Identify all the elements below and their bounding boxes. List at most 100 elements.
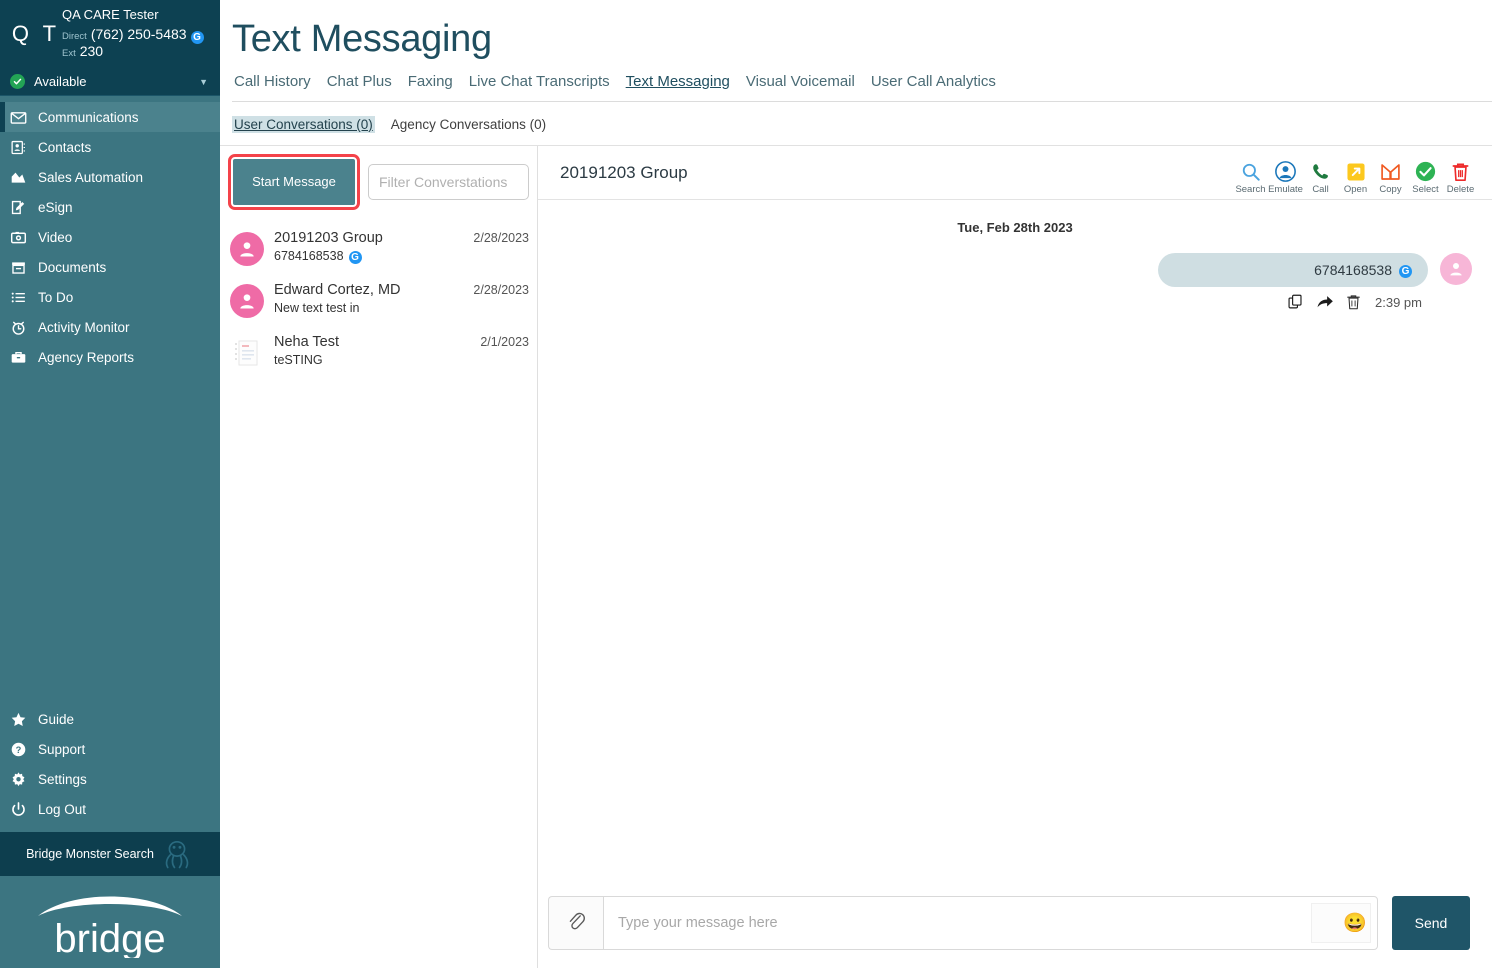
search-button[interactable]: Search <box>1233 161 1268 195</box>
google-badge-icon: G <box>348 250 362 264</box>
phone-icon <box>1311 161 1330 183</box>
conversation-list: 20191203 Group 2/28/2023 6784168538 G Ed… <box>220 216 537 968</box>
conversation-thread: 20191203 Group Search Emulate Call Open … <box>538 146 1492 968</box>
status-label: Available <box>34 74 87 89</box>
message-input-container: 😀 <box>603 896 1378 950</box>
messaging-workspace: Start Message 20191203 Group 2/28/2023 <box>220 145 1492 968</box>
message-time: 2:39 pm <box>1375 294 1422 310</box>
direct-label: Direct <box>62 30 87 42</box>
sidebar-item-sales-automation[interactable]: Sales Automation <box>0 162 220 192</box>
select-button[interactable]: Select <box>1408 161 1443 195</box>
copy-button[interactable]: Copy <box>1373 161 1408 195</box>
attach-file-button[interactable] <box>548 896 603 950</box>
sidebar-item-documents[interactable]: Documents <box>0 252 220 282</box>
sidebar-item-label: Support <box>38 741 86 757</box>
page-title: Text Messaging <box>232 18 492 60</box>
message-composer: 😀 Send <box>538 886 1492 968</box>
message-text: 6784168538 <box>1314 262 1392 278</box>
sidebar-item-to-do[interactable]: To Do <box>0 282 220 312</box>
grinning-face-emoji-icon[interactable]: 😀 <box>1343 914 1367 933</box>
thread-toolbar: Search Emulate Call Open Copy Select Del… <box>1233 161 1478 199</box>
list-item-header: 20191203 Group 2/28/2023 <box>274 230 529 246</box>
tab-user-call-analytics[interactable]: User Call Analytics <box>871 73 996 91</box>
secondary-navigation: Guide ? Support Settings Log Out <box>0 704 220 832</box>
person-avatar <box>230 284 264 318</box>
message-bubble: 6784168538 G <box>1158 253 1428 287</box>
sidebar-item-agency-reports[interactable]: Agency Reports <box>0 342 220 372</box>
conversation-date: 2/1/2023 <box>480 335 529 349</box>
conversation-snippet-row: 6784168538 G <box>274 249 529 264</box>
tab-live-chat-transcripts[interactable]: Live Chat Transcripts <box>469 73 610 91</box>
emulate-button[interactable]: Emulate <box>1268 161 1303 195</box>
sidebar-item-activity-monitor[interactable]: Activity Monitor <box>0 312 220 342</box>
chart-area-icon <box>10 169 38 186</box>
sidebar-item-log-out[interactable]: Log Out <box>0 794 220 824</box>
copy-icon[interactable] <box>1288 294 1304 310</box>
primary-navigation: Communications Contacts Sales Automation… <box>0 96 220 372</box>
sidebar-item-label: To Do <box>38 289 74 305</box>
sidebar-item-label: Documents <box>38 259 107 275</box>
tool-label: Emulate <box>1268 183 1303 195</box>
filter-conversations-input[interactable] <box>368 164 529 200</box>
sidebar: Q T QA CARE Tester Direct (762) 250-5483… <box>0 0 220 968</box>
list-item[interactable]: Edward Cortez, MD 2/28/2023 New text tes… <box>220 274 537 326</box>
start-message-button[interactable]: Start Message <box>233 159 355 205</box>
status-check-icon <box>10 74 25 89</box>
thread-header: 20191203 Group Search Emulate Call Open … <box>538 146 1492 200</box>
sidebar-item-contacts[interactable]: Contacts <box>0 132 220 162</box>
message-row: 6784168538 G 2:39 pm <box>558 253 1472 310</box>
person-avatar <box>230 232 264 266</box>
user-ext-row: Ext 230 <box>62 43 204 61</box>
availability-status-selector[interactable]: Available ▼ <box>0 68 220 96</box>
question-circle-icon: ? <box>10 741 38 758</box>
ext-number: 230 <box>79 43 104 60</box>
forward-icon[interactable] <box>1316 294 1334 310</box>
chevron-down-icon: ▼ <box>199 76 208 87</box>
contact-card-icon <box>10 139 38 156</box>
list-icon <box>10 289 38 306</box>
delete-button[interactable]: Delete <box>1443 161 1478 195</box>
open-button[interactable]: Open <box>1338 161 1373 195</box>
direct-number: (762) 250-5483 <box>90 25 187 42</box>
message-list: Tue, Feb 28th 2023 6784168538 G 2:39 pm <box>538 200 1492 886</box>
subtab-agency-conversations[interactable]: Agency Conversations (0) <box>391 117 546 132</box>
sidebar-item-settings[interactable]: Settings <box>0 764 220 794</box>
sidebar-item-esign[interactable]: eSign <box>0 192 220 222</box>
list-item[interactable]: Neha Test 2/1/2023 teSTING <box>220 326 537 378</box>
page-header: Text Messaging Call History Chat Plus Fa… <box>220 0 1492 102</box>
tool-label: Call <box>1312 183 1329 195</box>
sidebar-item-label: Sales Automation <box>38 169 144 185</box>
bridge-monster-search[interactable]: Bridge Monster Search <box>0 832 220 876</box>
message-input[interactable] <box>604 897 1311 949</box>
tab-visual-voicemail[interactable]: Visual Voicemail <box>746 73 855 91</box>
user-name: QA CARE Tester <box>62 7 159 23</box>
sidebar-item-guide[interactable]: Guide <box>0 704 220 734</box>
camera-icon <box>10 229 38 246</box>
tab-text-messaging[interactable]: Text Messaging <box>626 73 730 91</box>
star-icon <box>10 711 38 728</box>
tab-call-history[interactable]: Call History <box>234 73 311 91</box>
tab-chat-plus[interactable]: Chat Plus <box>327 73 392 91</box>
list-item-header: Edward Cortez, MD 2/28/2023 <box>274 282 529 298</box>
sidebar-item-video[interactable]: Video <box>0 222 220 252</box>
google-badge-icon: G <box>1399 264 1412 278</box>
sidebar-item-communications[interactable]: Communications <box>0 102 220 132</box>
pencil-document-icon <box>10 199 38 216</box>
octopus-icon <box>160 838 194 870</box>
tab-faxing[interactable]: Faxing <box>408 73 453 91</box>
user-circle-icon <box>1275 161 1296 183</box>
list-item[interactable]: 20191203 Group 2/28/2023 6784168538 G <box>220 222 537 274</box>
conversation-snippet: teSTING <box>274 353 323 367</box>
conversation-snippet: New text test in <box>274 301 360 315</box>
paperclip-icon <box>566 909 586 938</box>
svg-text:bridge: bridge <box>54 917 165 958</box>
trash-icon[interactable] <box>1346 294 1361 310</box>
conversation-name: Neha Test <box>274 334 340 350</box>
subtab-user-conversations[interactable]: User Conversations (0) <box>232 116 375 133</box>
trash-icon <box>1451 161 1470 183</box>
send-button[interactable]: Send <box>1392 896 1470 950</box>
envelope-icon <box>10 109 38 126</box>
sidebar-item-support[interactable]: ? Support <box>0 734 220 764</box>
stopwatch-icon <box>10 319 38 336</box>
call-button[interactable]: Call <box>1303 161 1338 195</box>
